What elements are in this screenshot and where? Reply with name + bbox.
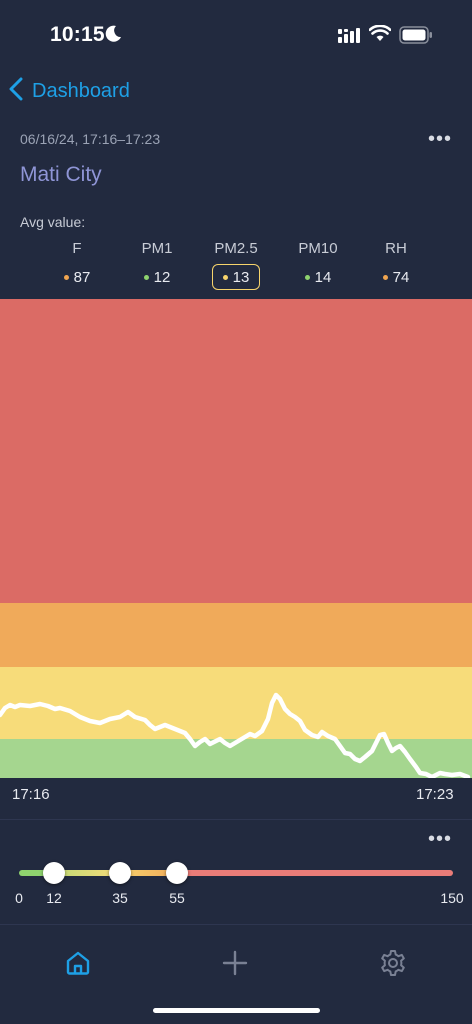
metric-value-chip: 14 [297,264,340,290]
metric-value: 13 [232,268,250,286]
divider [0,819,472,820]
avg-value-label: Avg value: [20,214,86,230]
chart-time-end: 17:23 [416,786,454,803]
status-dot [222,274,228,280]
battery-icon [399,26,433,49]
home-indicator [153,1008,320,1013]
metric-value: 74 [392,268,410,286]
home-icon [64,949,92,982]
metric-name: PM10 [298,240,338,257]
location-title: Mati City [20,163,102,186]
metric-value: 87 [73,268,91,286]
metric-rh[interactable]: RH 74 [356,238,436,290]
chevron-left-icon [8,77,24,106]
scale-threshold-label: 12 [46,890,62,906]
status-dot [143,274,149,280]
metric-value-chip: 74 [375,264,418,290]
scale-threshold-label: 55 [169,890,185,906]
threshold-handle-1[interactable] [43,862,65,884]
plus-icon [222,950,248,981]
metric-pm10[interactable]: PM10 14 [278,238,358,290]
scale-max-label: 150 [440,890,464,906]
threshold-handle-3[interactable] [166,862,188,884]
signal-icon [338,27,360,48]
metric-value-chip: 87 [56,264,99,290]
back-label: Dashboard [32,79,130,102]
scale-more-button[interactable]: ••• [428,828,452,851]
metric-name: RH [385,240,407,257]
status-time: 10:15 [50,23,105,46]
back-button[interactable]: Dashboard [8,76,130,106]
metric-value: 14 [314,268,332,286]
status-dot [382,274,388,280]
status-bar: 10:15 [0,0,472,70]
metric-value-chip: 13 [211,264,261,290]
threshold-handle-2[interactable] [109,862,131,884]
metric-name: PM1 [141,240,173,257]
date-range: 06/16/24, 17:16–17:23 [20,131,161,147]
chart-time-start: 17:16 [12,786,50,803]
more-options-button[interactable]: ••• [428,128,452,151]
scale-min-label: 0 [15,890,23,906]
moon-icon [105,25,122,47]
metric-pm1[interactable]: PM1 12 [117,238,197,290]
status-dot [63,274,69,280]
tab-settings[interactable] [373,945,413,985]
metric-name: PM2.5 [214,240,258,257]
scale-threshold-label: 35 [112,890,128,906]
gear-icon [378,948,408,983]
metric-name: F [72,240,82,257]
metric-value-chip: 12 [136,264,179,290]
threshold-scale: 0 12 35 55 150 [0,850,472,910]
status-dot [304,274,310,280]
scale-track-unhealthy [178,870,453,876]
tab-add[interactable] [215,945,255,985]
wifi-icon [368,24,392,47]
tab-home[interactable] [58,945,98,985]
scale-track-good [19,870,45,876]
metric-pm25[interactable]: PM2.5 13 [196,238,276,290]
metric-f[interactable]: F 87 [37,238,117,290]
pm25-line [0,692,471,778]
pm25-chart[interactable] [0,299,472,778]
metrics-row: F 87 PM1 12 PM2.5 13 PM10 14 RH 74 [0,238,472,294]
metric-value: 12 [153,268,171,286]
